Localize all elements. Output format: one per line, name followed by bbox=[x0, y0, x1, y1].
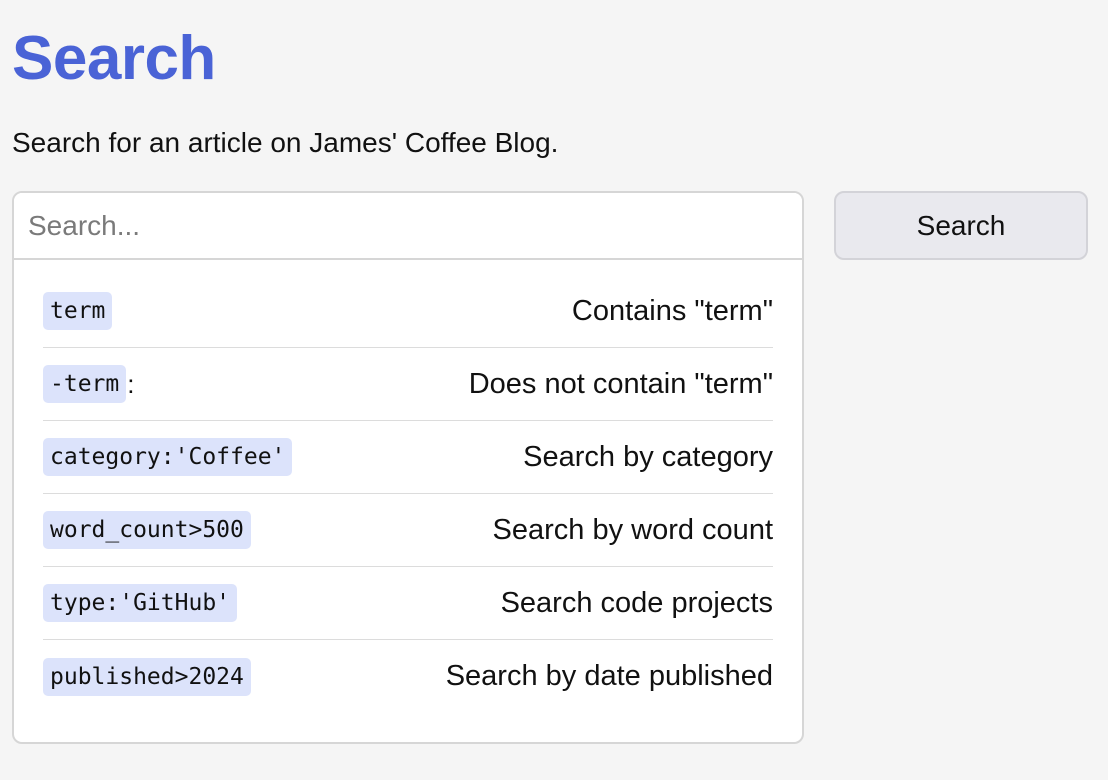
hint-suffix: : bbox=[127, 368, 135, 399]
hint-row: type:'GitHub' Search code projects bbox=[43, 567, 773, 640]
hint-description: Search by date published bbox=[445, 660, 773, 692]
hint-code: term bbox=[43, 292, 113, 330]
hint-syntax: type:'GitHub' bbox=[43, 584, 238, 622]
hint-syntax: term bbox=[43, 292, 113, 330]
search-button[interactable]: Search bbox=[834, 191, 1088, 260]
hint-syntax: word_count>500 bbox=[43, 511, 252, 549]
hint-syntax: category:'Coffee' bbox=[43, 438, 293, 476]
hint-description: Search by category bbox=[523, 440, 773, 473]
page-title: Search bbox=[12, 24, 216, 93]
hint-description: Contains "term" bbox=[571, 294, 773, 327]
page-subtitle: Search for an article on James' Coffee B… bbox=[12, 127, 559, 158]
hint-row: published>2024 Search by date published bbox=[43, 640, 773, 713]
search-hints-list: term Contains "term" -term: Does not con… bbox=[14, 260, 802, 713]
hint-row: word_count>500 Search by word count bbox=[43, 494, 773, 567]
hint-row: term Contains "term" bbox=[43, 260, 773, 348]
hint-code: type:'GitHub' bbox=[43, 584, 238, 622]
hint-code: -term bbox=[43, 365, 127, 403]
hint-syntax: -term: bbox=[43, 365, 134, 403]
hint-code: word_count>500 bbox=[43, 511, 251, 549]
search-panel: term Contains "term" -term: Does not con… bbox=[12, 191, 804, 744]
hint-syntax: published>2024 bbox=[43, 657, 252, 696]
hint-description: Search by word count bbox=[492, 513, 773, 546]
hint-row: -term: Does not contain "term" bbox=[43, 348, 773, 421]
search-input[interactable] bbox=[14, 193, 802, 260]
hint-description: Does not contain "term" bbox=[468, 367, 773, 400]
hint-code: category:'Coffee' bbox=[43, 438, 293, 476]
hint-code: published>2024 bbox=[43, 657, 251, 696]
page: Search Search for an article on James' C… bbox=[0, 0, 1108, 780]
hint-description: Search code projects bbox=[500, 586, 773, 619]
hint-row: category:'Coffee' Search by category bbox=[43, 421, 773, 494]
